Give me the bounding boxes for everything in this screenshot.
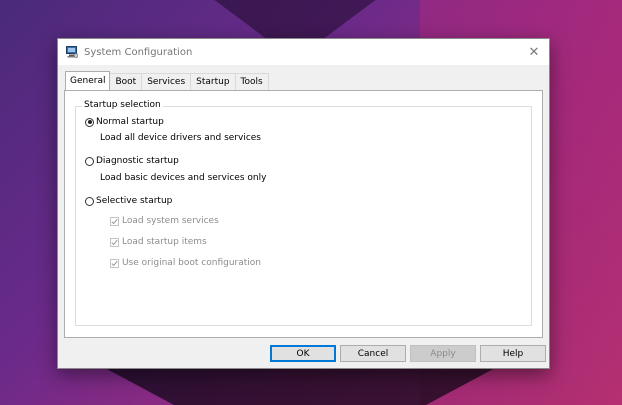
- radio-label: Selective startup: [96, 196, 173, 206]
- tab-boot[interactable]: Boot: [109, 73, 143, 90]
- tab-general[interactable]: General: [65, 71, 111, 90]
- checkbox-label: Use original boot configuration: [122, 258, 261, 268]
- radio-unselected-icon: [85, 196, 94, 206]
- checkbox-label: Load system services: [122, 216, 219, 226]
- apply-button[interactable]: Apply: [410, 345, 476, 362]
- checkbox-label: Load startup items: [122, 237, 207, 247]
- general-tab-panel: Startup selection Normal startup Load al…: [64, 90, 543, 338]
- normal-startup-radio[interactable]: Normal startup: [85, 117, 164, 127]
- radio-label: Diagnostic startup: [96, 156, 179, 166]
- system-configuration-icon: [66, 46, 79, 58]
- checkbox-checked-icon: [110, 258, 119, 268]
- title-bar[interactable]: System Configuration ✕: [58, 39, 549, 65]
- radio-unselected-icon: [85, 156, 94, 166]
- load-system-services-checkbox[interactable]: Load system services: [110, 216, 219, 226]
- tab-startup[interactable]: Startup: [190, 73, 236, 90]
- diagnostic-startup-radio[interactable]: Diagnostic startup: [85, 156, 179, 166]
- selective-startup-radio[interactable]: Selective startup: [85, 196, 172, 206]
- close-icon[interactable]: ✕: [525, 43, 543, 61]
- system-configuration-dialog: System Configuration ✕ General Boot Serv…: [57, 38, 550, 369]
- option-description: Load basic devices and services only: [100, 173, 267, 183]
- radio-label: Normal startup: [96, 117, 164, 127]
- checkbox-checked-icon: [110, 216, 119, 226]
- option-description: Load all device drivers and services: [100, 133, 261, 143]
- radio-selected-icon: [85, 117, 94, 127]
- ok-button[interactable]: OK: [270, 345, 336, 362]
- tab-strip: General Boot Services Startup Tools: [65, 71, 269, 90]
- use-original-boot-config-checkbox[interactable]: Use original boot configuration: [110, 258, 261, 268]
- tab-services[interactable]: Services: [141, 73, 192, 90]
- group-label: Startup selection: [82, 100, 163, 110]
- window-title: System Configuration: [84, 46, 193, 58]
- load-startup-items-checkbox[interactable]: Load startup items: [110, 237, 207, 247]
- help-button[interactable]: Help: [480, 345, 546, 362]
- cancel-button[interactable]: Cancel: [340, 345, 406, 362]
- tab-tools[interactable]: Tools: [234, 73, 269, 90]
- startup-selection-group: Startup selection Normal startup Load al…: [75, 100, 532, 326]
- checkbox-checked-icon: [110, 237, 119, 247]
